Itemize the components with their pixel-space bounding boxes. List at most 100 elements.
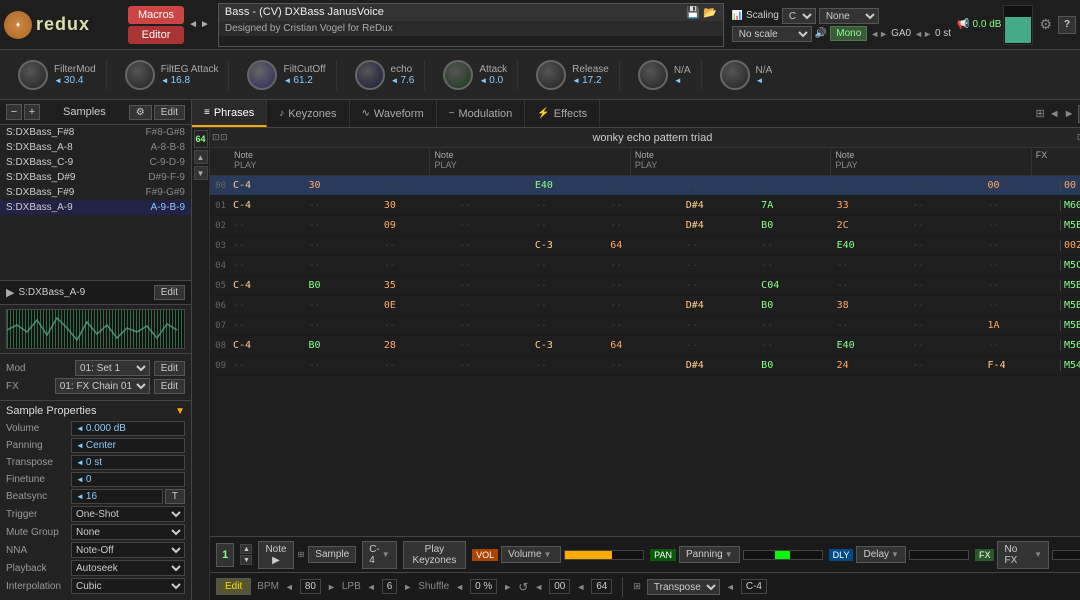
list-item[interactable]: S:DXBass_F#8 F#8-G#8 (0, 125, 191, 140)
tab-phrases[interactable]: ≡ Phrases (192, 100, 267, 127)
table-row[interactable]: 07 -- -- -- -- -- -- -- -- -- -- (210, 316, 1080, 336)
bpm-right[interactable]: ► (327, 582, 336, 592)
nav-next-icon[interactable]: ► (200, 19, 210, 30)
table-row[interactable]: 03 -- -- -- -- C-3 64 -- -- E40 -- (210, 236, 1080, 256)
macros-button[interactable]: Macros (128, 6, 184, 24)
plus-button[interactable]: + (24, 104, 40, 120)
delay-dropdown[interactable]: Delay ▼ (856, 546, 906, 563)
table-row[interactable]: 09 -- -- -- -- -- -- D#4 B0 24 -- (210, 356, 1080, 376)
lpb-right[interactable]: ► (403, 582, 412, 592)
table-row[interactable]: 01 C-4 -- 30 -- -- -- D#4 7A 33 -- (210, 196, 1080, 216)
knob-attack-arrow-left[interactable]: ◄ (479, 76, 487, 85)
pattern-nav-left[interactable]: ◄ (1049, 108, 1060, 120)
list-item[interactable]: S:DXBass_A-8 A-8-B-8 (0, 140, 191, 155)
help-icon[interactable]: ? (1058, 16, 1076, 34)
selected-sample-name: S:DXBass_A-9 (18, 287, 149, 298)
volume-dropdown[interactable]: Volume ▼ (501, 546, 561, 563)
minus-button[interactable]: − (6, 104, 22, 120)
editor-button[interactable]: Editor (128, 26, 184, 44)
pat-nav-up[interactable]: ▲ (194, 150, 208, 164)
list-item[interactable]: S:DXBass_D#9 D#9-F-9 (0, 170, 191, 185)
mod-select[interactable]: 01: Set 1 (75, 360, 150, 376)
knob-echo-control[interactable] (355, 60, 385, 90)
fx-dropdown[interactable]: No FX ▼ (997, 541, 1049, 569)
none-select[interactable]: None (819, 8, 879, 24)
mono-button[interactable]: Mono (830, 26, 867, 41)
scaling-key-select[interactable]: CDE (782, 8, 816, 24)
knob-na1-control[interactable] (638, 60, 668, 90)
fx-edit-btn[interactable]: Edit (154, 379, 185, 394)
sample-props-arrow[interactable]: ▼ (175, 406, 185, 417)
ne-arrow-down[interactable]: ▼ (240, 555, 252, 565)
table-row[interactable]: 02 -- -- 09 -- -- -- D#4 B0 2C -- (210, 216, 1080, 236)
knob-filteg-control[interactable] (125, 60, 155, 90)
note-dropdown[interactable]: C-4 ▼ (362, 541, 396, 569)
edit-transport-btn[interactable]: Edit (216, 578, 251, 595)
interp-select[interactable]: Cubic (71, 578, 185, 594)
trans-arrow-left[interactable]: ◄ (76, 458, 84, 467)
vol-arrow-left[interactable]: ◄ (76, 424, 84, 433)
knob-filtcutoff-control[interactable] (247, 60, 277, 90)
load-icon[interactable]: 📂 (703, 6, 717, 19)
mute-select[interactable]: None (71, 524, 185, 540)
table-row[interactable]: 00 C-4 30 -- -- E40 -- -- -- -- -- (210, 176, 1080, 196)
knob-release-control[interactable] (536, 60, 566, 90)
knob-release-arrow-left[interactable]: ◄ (572, 76, 580, 85)
bs-arrow-left[interactable]: ◄ (76, 492, 84, 501)
samples-edit-btn[interactable]: Edit (154, 105, 185, 120)
pan-arrow-left[interactable]: ◄ (76, 441, 84, 450)
playback-select[interactable]: Autoseek (71, 560, 185, 576)
list-item[interactable]: S:DXBass_C-9 C-9-D-9 (0, 155, 191, 170)
shuffle-right[interactable]: ► (503, 582, 512, 592)
tab-keyzones[interactable]: ♪ Keyzones (267, 100, 349, 127)
knob-filtcutoff-arrow-left[interactable]: ◄ (283, 76, 291, 85)
play-icon[interactable]: ▶ (6, 286, 14, 299)
fx-select[interactable]: 01: FX Chain 01 (55, 378, 150, 394)
knob-filtermod-control[interactable] (18, 60, 48, 90)
loop-start-left[interactable]: ◄ (534, 582, 543, 592)
loop-icon[interactable]: ↺ (518, 580, 528, 594)
lpb-left[interactable]: ◄ (367, 582, 376, 592)
play-keyzones-btn[interactable]: Play Keyzones (403, 541, 466, 569)
table-row[interactable]: 04 -- -- -- -- -- -- -- -- -- -- (210, 256, 1080, 276)
mod-edit-btn[interactable]: Edit (154, 361, 185, 376)
tab-waveform[interactable]: ∿ Waveform (350, 100, 437, 127)
bpm-left[interactable]: ◄ (285, 582, 294, 592)
tab-modulation[interactable]: ~ Modulation (437, 100, 526, 127)
ne-arrow-up[interactable]: ▲ (240, 544, 252, 554)
shuffle-left[interactable]: ◄ (455, 582, 464, 592)
knob-attack-control[interactable] (443, 60, 473, 90)
knob-na1-arrow-left[interactable]: ◄ (674, 76, 682, 85)
knob-echo-label: echo (391, 64, 415, 75)
nav-prev-icon[interactable]: ◄ (188, 19, 198, 30)
sample-btn[interactable]: Sample (308, 546, 356, 563)
samples-config-btn[interactable]: ⚙ (129, 105, 152, 120)
table-row[interactable]: 05 C-4 B0 35 -- -- -- -- C04 -- -- (210, 276, 1080, 296)
settings-icon[interactable]: ⚙ (1039, 16, 1052, 33)
transpose-select-transport[interactable]: Transpose (647, 579, 720, 595)
knob-echo-arrow-left[interactable]: ◄ (391, 76, 399, 85)
panning-dropdown[interactable]: Panning ▼ (679, 546, 740, 563)
tab-effects[interactable]: ⚡ Effects (525, 100, 600, 127)
knob-na2-control[interactable] (720, 60, 750, 90)
trigger-select[interactable]: One-ShotNormal (71, 506, 185, 522)
knob-filtermod-arrow-left[interactable]: ◄ (54, 76, 62, 85)
t-button[interactable]: T (165, 489, 185, 504)
fine-arrow-left[interactable]: ◄ (76, 475, 84, 484)
table-row[interactable]: 08 C-4 B0 28 -- C-3 64 -- -- E40 -- (210, 336, 1080, 356)
list-item-selected[interactable]: S:DXBass_A-9 A-9-B-9 (0, 200, 191, 215)
selected-edit-btn[interactable]: Edit (154, 285, 185, 300)
note-play-btn[interactable]: Note ▶ (258, 541, 293, 569)
loop-end-left[interactable]: ◄ (576, 582, 585, 592)
table-row[interactable]: 06 -- -- 0E -- -- -- D#4 B0 38 -- (210, 296, 1080, 316)
save-icon[interactable]: 💾 (686, 6, 700, 19)
nna-select[interactable]: Note-Off (71, 542, 185, 558)
pattern-nav-right[interactable]: ► (1064, 108, 1075, 120)
pattern-config-icon[interactable]: ⊞ (1035, 107, 1044, 120)
pat-nav-down[interactable]: ▼ (194, 166, 208, 180)
knob-filteg-arrow-left[interactable]: ◄ (161, 76, 169, 85)
note-arrow-left[interactable]: ◄ (726, 582, 735, 592)
list-item[interactable]: S:DXBass_F#9 F#9-G#9 (0, 185, 191, 200)
scale-select[interactable]: No scale (732, 26, 812, 42)
knob-na2-arrow-left[interactable]: ◄ (756, 76, 764, 85)
